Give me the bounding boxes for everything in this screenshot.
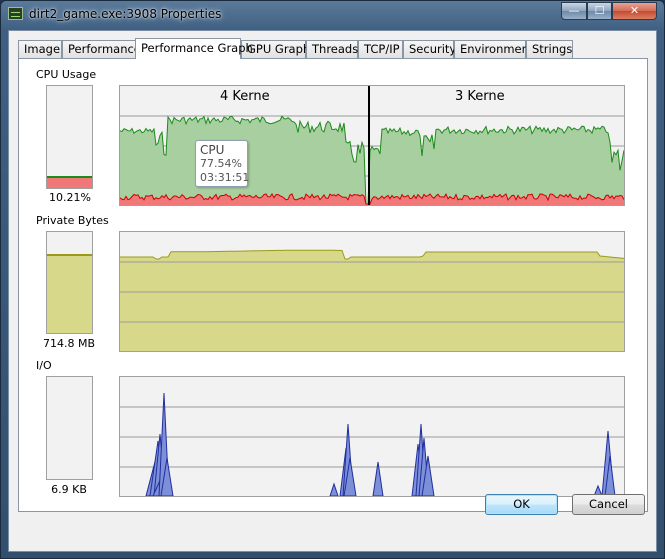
minimize-button[interactable]: — [561,2,587,20]
tab-performance-graph[interactable]: Performance Graph [135,38,253,59]
properties-window: dirt2_game.exe:3908 Properties — ☐ ✕ Ima… [0,0,665,559]
title-bar[interactable]: dirt2_game.exe:3908 Properties — ☐ ✕ [1,1,664,29]
core-label-right: 3 Kerne [455,89,505,104]
tab-tcpip[interactable]: TCP/IP [358,40,403,58]
cpu-usage-meter [46,85,93,189]
private-bytes-meter [46,231,93,334]
tooltip-time: 03:31:51 [200,171,250,184]
tooltip-title: CPU [200,143,225,157]
process-explorer-icon [8,7,23,20]
cpu-meter-fill [47,175,92,188]
ok-button[interactable]: OK [485,494,558,515]
private-bytes-value: 714.8 MB [42,337,96,350]
private-bytes-label: Private Bytes [36,214,109,227]
private-bytes-meter-fill [47,254,92,333]
tab-image[interactable]: Image [18,40,62,58]
cancel-button[interactable]: Cancel [572,494,645,515]
cpu-tooltip: CPU 77.54% 03:31:51 [195,140,250,187]
window-title: dirt2_game.exe:3908 Properties [29,7,222,21]
io-spike [329,482,339,496]
io-graph-canvas [120,392,624,496]
cpu-usage-value: 10.21% [49,191,91,204]
tab-environment[interactable]: Environment [454,40,533,58]
maximize-button[interactable]: ☐ [587,2,612,20]
core-label-left: 4 Kerne [220,89,270,104]
close-button[interactable]: ✕ [612,2,657,20]
tab-strings[interactable]: Strings [526,40,573,58]
io-label: I/O [36,359,52,372]
private-bytes-graph[interactable] [119,231,625,352]
private-bytes-area [120,250,624,351]
tab-threads[interactable]: Threads [306,40,358,58]
cpu-usage-label: CPU Usage [36,68,97,81]
tab-security[interactable]: Security [403,40,456,58]
io-graph[interactable] [119,376,625,497]
io-value: 6.9 KB [51,483,87,496]
private-bytes-graph-canvas [120,249,624,351]
tab-performance[interactable]: Performance [62,40,141,58]
io-meter [46,376,93,480]
tooltip-value: 77.54% [200,157,242,170]
